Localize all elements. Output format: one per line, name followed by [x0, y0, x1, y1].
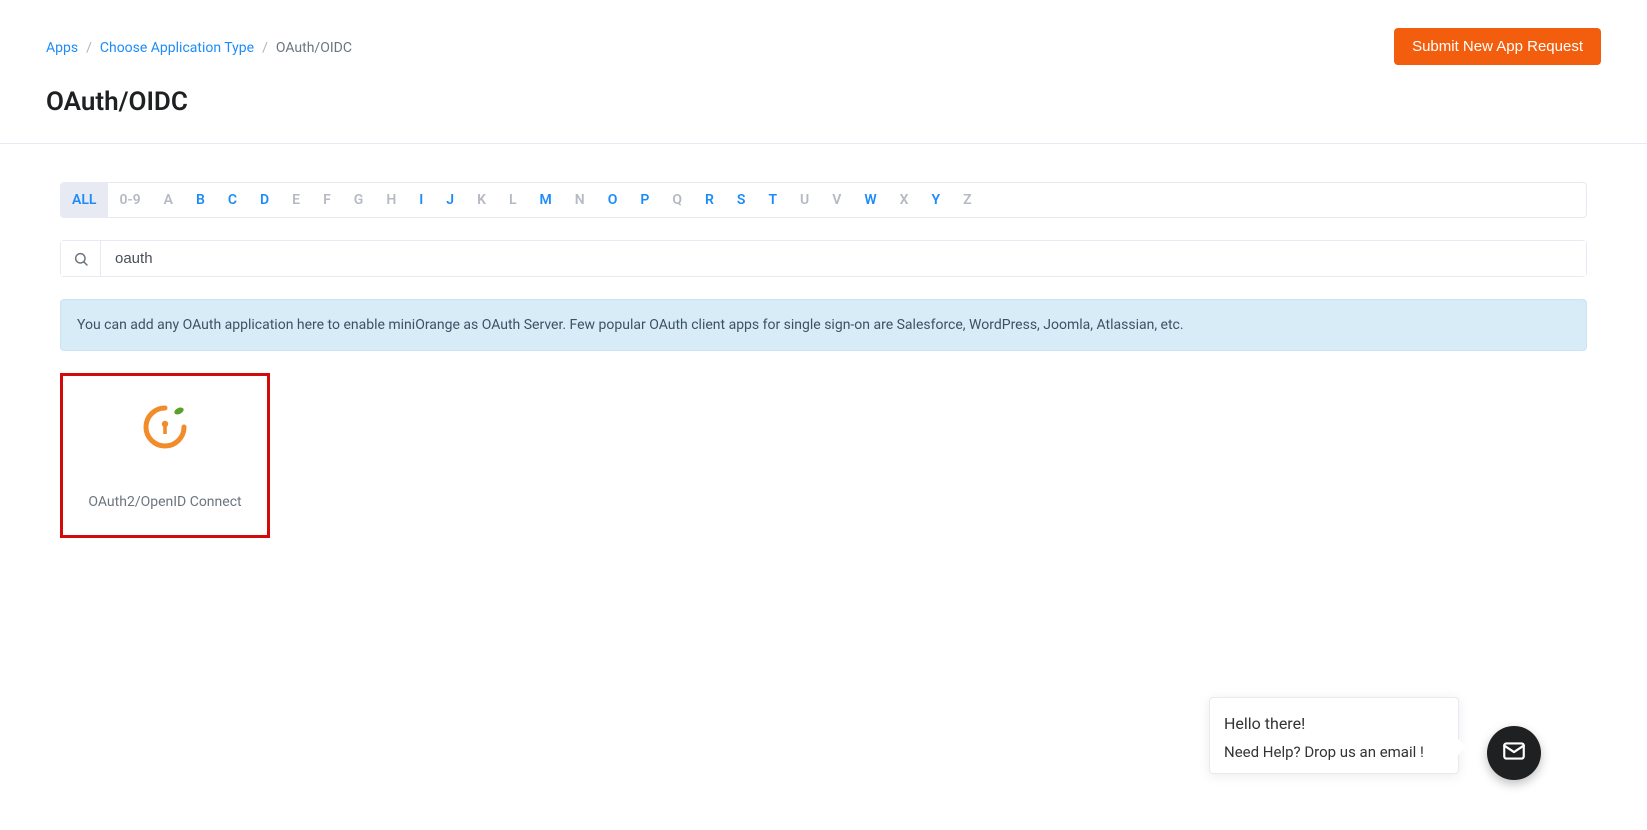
alpha-filter-j[interactable]: J [435, 183, 466, 217]
alpha-filter-o[interactable]: O [597, 183, 630, 217]
search-icon [61, 241, 101, 276]
alpha-filter-v: V [821, 183, 853, 217]
alpha-filter-r[interactable]: R [694, 183, 726, 217]
alpha-filter-0-9: 0-9 [108, 183, 152, 217]
alpha-filter-x: X [889, 183, 921, 217]
alpha-filter-g: G [343, 183, 376, 217]
alpha-filter-t[interactable]: T [757, 183, 789, 217]
search-wrap [60, 240, 1587, 277]
alpha-filter-q: Q [661, 183, 694, 217]
alpha-filter-p[interactable]: P [629, 183, 661, 217]
alpha-filter-s[interactable]: S [726, 183, 758, 217]
alpha-filter-c[interactable]: C [217, 183, 249, 217]
alpha-filter-d[interactable]: D [249, 183, 281, 217]
alpha-filter-m[interactable]: M [529, 183, 564, 217]
alpha-filter-e: E [281, 183, 312, 217]
chat-popup-help-text: Need Help? Drop us an email ! [1224, 743, 1444, 761]
chat-help-popup: Hello there! Need Help? Drop us an email… [1209, 697, 1459, 774]
submit-new-app-request-button[interactable]: Submit New App Request [1394, 28, 1601, 65]
alpha-filter-w[interactable]: W [853, 183, 888, 217]
breadcrumb-current: OAuth/OIDC [276, 40, 352, 56]
breadcrumb-separator: / [86, 40, 92, 56]
chat-popup-arrow [1458, 739, 1466, 755]
alpha-filter-k: K [466, 183, 498, 217]
page-title: OAuth/OIDC [46, 87, 1601, 117]
breadcrumb: Apps / Choose Application Type / OAuth/O… [46, 28, 352, 56]
alpha-filter-z: Z [952, 183, 983, 217]
breadcrumb-apps-link[interactable]: Apps [46, 40, 78, 56]
miniorange-lock-icon [140, 402, 190, 456]
alpha-filter-a: A [153, 183, 185, 217]
app-card-label: OAuth2/OpenID Connect [88, 494, 241, 510]
search-input[interactable] [101, 241, 1586, 276]
chat-fab-button[interactable] [1487, 726, 1541, 780]
app-card-oauth2-openid[interactable]: OAuth2/OpenID Connect [60, 373, 270, 538]
alpha-filter-y[interactable]: Y [921, 183, 953, 217]
alpha-filter-all[interactable]: ALL [61, 183, 108, 217]
breadcrumb-separator: / [262, 40, 268, 56]
alpha-filter-i[interactable]: I [408, 183, 435, 217]
alpha-filter-u: U [789, 183, 821, 217]
info-banner: You can add any OAuth application here t… [60, 299, 1587, 351]
mail-icon [1501, 738, 1527, 768]
alpha-filter-n: N [564, 183, 597, 217]
alpha-filter-h: H [375, 183, 408, 217]
alpha-filter-l: L [498, 183, 529, 217]
alpha-filter-b[interactable]: B [185, 183, 217, 217]
chat-popup-greeting: Hello there! [1224, 714, 1444, 733]
alpha-filter-bar: ALL0-9ABCDEFGHIJKLMNOPQRSTUVWXYZ [60, 182, 1587, 218]
breadcrumb-choose-type-link[interactable]: Choose Application Type [100, 40, 254, 56]
alpha-filter-f: F [312, 183, 343, 217]
